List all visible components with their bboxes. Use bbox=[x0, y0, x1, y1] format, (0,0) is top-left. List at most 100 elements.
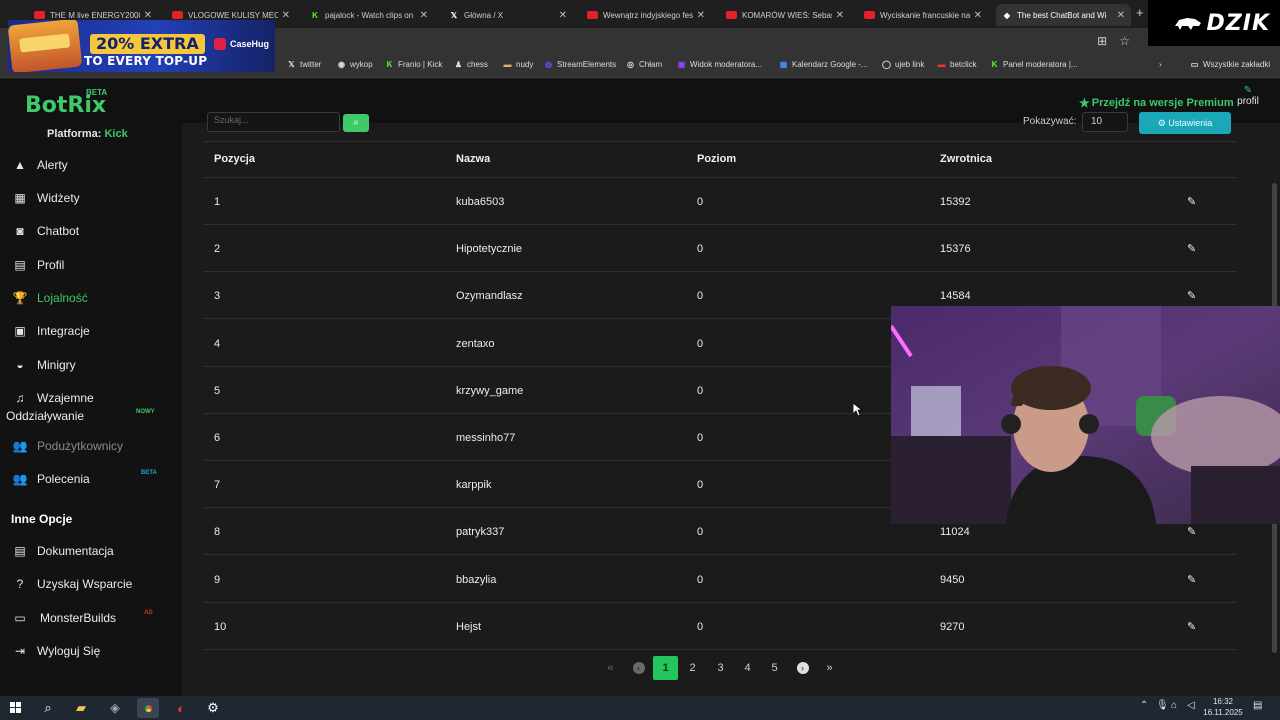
edit-pencil-icon[interactable]: ✎ bbox=[1187, 289, 1199, 302]
search-taskbar-icon[interactable]: ⌕ bbox=[37, 698, 59, 718]
bookmark-item[interactable]: ▬ betclick bbox=[937, 60, 977, 69]
star-icon: ★ bbox=[1079, 96, 1090, 110]
edit-pencil-icon[interactable]: ✎ bbox=[1187, 525, 1199, 538]
settings-taskbar-icon[interactable]: ⚙ bbox=[202, 698, 224, 718]
column-header-name[interactable]: Nazwa bbox=[456, 153, 490, 165]
bookmark-item[interactable]: 𝕏twitter bbox=[287, 60, 321, 69]
bookmark-item[interactable]: ▬ nudy bbox=[503, 60, 534, 69]
sidebar-item-podużytkownicy[interactable]: 👥 Podużytkownicy bbox=[12, 439, 124, 453]
edit-pencil-icon[interactable]: ✎ bbox=[1187, 573, 1199, 586]
next-page-button[interactable]: › bbox=[790, 656, 815, 680]
streamelements-icon: ◍ bbox=[545, 60, 552, 69]
last-page-button[interactable]: » bbox=[817, 656, 842, 680]
browser-tab[interactable]: Kpajalock - Watch clips on ✕ bbox=[304, 4, 434, 26]
close-tab-icon[interactable]: ✕ bbox=[282, 10, 290, 21]
cell-level: 0 bbox=[697, 290, 704, 303]
close-tab-icon[interactable]: ✕ bbox=[697, 10, 705, 21]
windows-taskbar bbox=[0, 696, 1280, 720]
premium-label: Przejdź na wersje Premium bbox=[1091, 97, 1234, 109]
windows-start-icon[interactable] bbox=[5, 698, 27, 718]
page-button[interactable]: 2 bbox=[680, 656, 705, 680]
taskbar-clock[interactable]: 16:32 16.11.2025 bbox=[1202, 696, 1244, 718]
tab-title: The best ChatBot and Wi bbox=[1017, 10, 1107, 20]
page-button[interactable]: 3 bbox=[708, 656, 733, 680]
other-options-heading: Inne Opcje bbox=[11, 512, 73, 526]
obs-taskbar-icon[interactable]: ◐ bbox=[170, 698, 192, 718]
sidebar-item-uzyskaj-wsparcie[interactable]: ? Uzyskaj Wsparcie bbox=[12, 577, 133, 591]
bookmark-item[interactable]: ▣ Widok moderatora... bbox=[677, 60, 762, 69]
notification-icon[interactable]: ▤ bbox=[1253, 700, 1262, 711]
sidebar-item-dokumentacja[interactable]: ▤ Dokumentacja bbox=[12, 544, 113, 558]
bookmark-item[interactable]: ◉ wykop bbox=[337, 60, 373, 69]
tray-overflow-icon[interactable]: ⌃ bbox=[1140, 700, 1148, 711]
microphone-icon[interactable]: 🎙 bbox=[1156, 700, 1169, 711]
prev-page-button[interactable]: ‹ bbox=[626, 656, 651, 680]
column-header-level[interactable]: Poziom bbox=[697, 153, 736, 165]
browser-tab[interactable]: 𝕏 Główna / X ✕ bbox=[443, 4, 573, 26]
sidebar-item-minigry[interactable]: ◒ Minigry bbox=[12, 358, 75, 372]
translate-icon[interactable]: ⊞ bbox=[1097, 34, 1107, 48]
profile-button[interactable]: ✎ profil bbox=[1233, 86, 1263, 108]
sidebar-item-label: MonsterBuilds bbox=[40, 611, 117, 625]
sidebar-item-label: Wyloguj Się bbox=[37, 644, 101, 658]
sidebar-item-polecenia[interactable]: 👥 Polecenia bbox=[12, 472, 90, 486]
premium-link[interactable]: ★ Przejdź na wersje Premium bbox=[1079, 96, 1234, 110]
page-button[interactable]: 4 bbox=[735, 656, 760, 680]
sidebar-item-wzajemne[interactable]: ♫ Wzajemne bbox=[12, 391, 94, 405]
bookmark-item[interactable]: ◎ Chłam bbox=[626, 60, 662, 69]
profile-card-icon: ▤ bbox=[14, 258, 26, 272]
bookmark-star-icon[interactable]: ☆ bbox=[1119, 34, 1130, 48]
x-icon: 𝕏 bbox=[288, 60, 295, 69]
bookmark-item[interactable]: ▦ Kalendarz Google -... bbox=[779, 60, 868, 69]
beta-badge: BETA bbox=[86, 88, 108, 97]
bookmark-item[interactable]: ◯ ujeb link bbox=[882, 60, 924, 69]
page-button[interactable]: 1 bbox=[653, 656, 678, 680]
sidebar-item-alerty[interactable]: ▲ Alerty bbox=[12, 158, 68, 172]
page-button[interactable]: 5 bbox=[762, 656, 787, 680]
edit-pencil-icon[interactable]: ✎ bbox=[1187, 195, 1199, 208]
all-bookmarks-button[interactable]: ▭ Wszystkie zakładki bbox=[1190, 60, 1270, 69]
close-tab-icon[interactable]: ✕ bbox=[1117, 10, 1125, 21]
sidebar-item-profil[interactable]: ▤ Profil bbox=[12, 258, 64, 272]
casehug-ad-banner[interactable]: 20% EXTRA TO EVERY TOP-UP CaseHug bbox=[8, 20, 275, 72]
sidebar-item-chatbot[interactable]: ◙ Chatbot bbox=[12, 224, 79, 238]
sidebar-item-wyloguj-się[interactable]: ⇥ Wyloguj Się bbox=[12, 644, 100, 658]
close-tab-icon[interactable]: ✕ bbox=[144, 10, 152, 21]
sidebar-item-widżety[interactable]: ▦ Widżety bbox=[12, 191, 79, 205]
settings-button[interactable]: ⚙ Ustawienia bbox=[1139, 112, 1231, 134]
bookmark-item[interactable]: K Panel moderatora |... bbox=[990, 60, 1078, 69]
browser-tab[interactable]: KOMARÓW WIEŚ: Sebasti ✕ bbox=[720, 4, 850, 26]
edit-pencil-icon[interactable]: ✎ bbox=[1187, 242, 1199, 255]
chrome-taskbar-icon[interactable] bbox=[137, 698, 159, 718]
browser-tab[interactable]: Wyciskanie francuskie na ✕ bbox=[858, 4, 988, 26]
bookmark-item[interactable]: ♟ chess bbox=[454, 60, 488, 69]
volume-icon[interactable]: ◁ bbox=[1187, 700, 1195, 711]
page-size-select[interactable]: 10 bbox=[1082, 112, 1128, 132]
edit-pencil-icon[interactable]: ✎ bbox=[1187, 620, 1199, 633]
file-explorer-icon[interactable]: ▰ bbox=[70, 698, 92, 718]
cell-position: 10 bbox=[214, 620, 227, 633]
first-page-button[interactable]: « bbox=[598, 656, 623, 680]
bookmarks-overflow-button[interactable]: › bbox=[1159, 60, 1162, 69]
search-input[interactable]: Szukaj... bbox=[207, 112, 340, 132]
bookmark-item[interactable]: ◍ StreamElements bbox=[544, 60, 616, 69]
close-tab-icon[interactable]: ✕ bbox=[559, 10, 567, 21]
sidebar-item-integracje[interactable]: ▣ Integracje bbox=[12, 324, 89, 338]
sidebar-item-monsterbuilds[interactable]: ▭ MonsterBuilds bbox=[12, 611, 116, 625]
search-button[interactable]: ⌕ bbox=[343, 114, 369, 132]
close-tab-icon[interactable]: ✕ bbox=[420, 10, 428, 21]
close-tab-icon[interactable]: ✕ bbox=[974, 10, 982, 21]
app-taskbar-icon[interactable]: ◈ bbox=[104, 698, 126, 718]
browser-tab[interactable]: ◆ The best ChatBot and Wi ✕ bbox=[996, 4, 1131, 26]
sidebar-item-label-line2[interactable]: Oddziaływanie bbox=[6, 409, 84, 423]
bookmark-item[interactable]: K Franio | Kick bbox=[385, 60, 443, 69]
column-header-points[interactable]: Zwrotnica bbox=[940, 153, 992, 165]
close-tab-icon[interactable]: ✕ bbox=[836, 10, 844, 21]
bookmark-label: wykop bbox=[350, 60, 373, 69]
new-tab-button[interactable]: + bbox=[1136, 5, 1144, 20]
column-header-position[interactable]: Pozycja bbox=[214, 153, 255, 165]
sidebar-item-lojalność[interactable]: 🏆 Lojalność bbox=[12, 291, 88, 305]
browser-tab[interactable]: Wewnątrz indyjskiego fes ✕ bbox=[581, 4, 711, 26]
network-icon[interactable]: ⌂ bbox=[1171, 700, 1177, 711]
bookmark-label: twitter bbox=[300, 60, 322, 69]
